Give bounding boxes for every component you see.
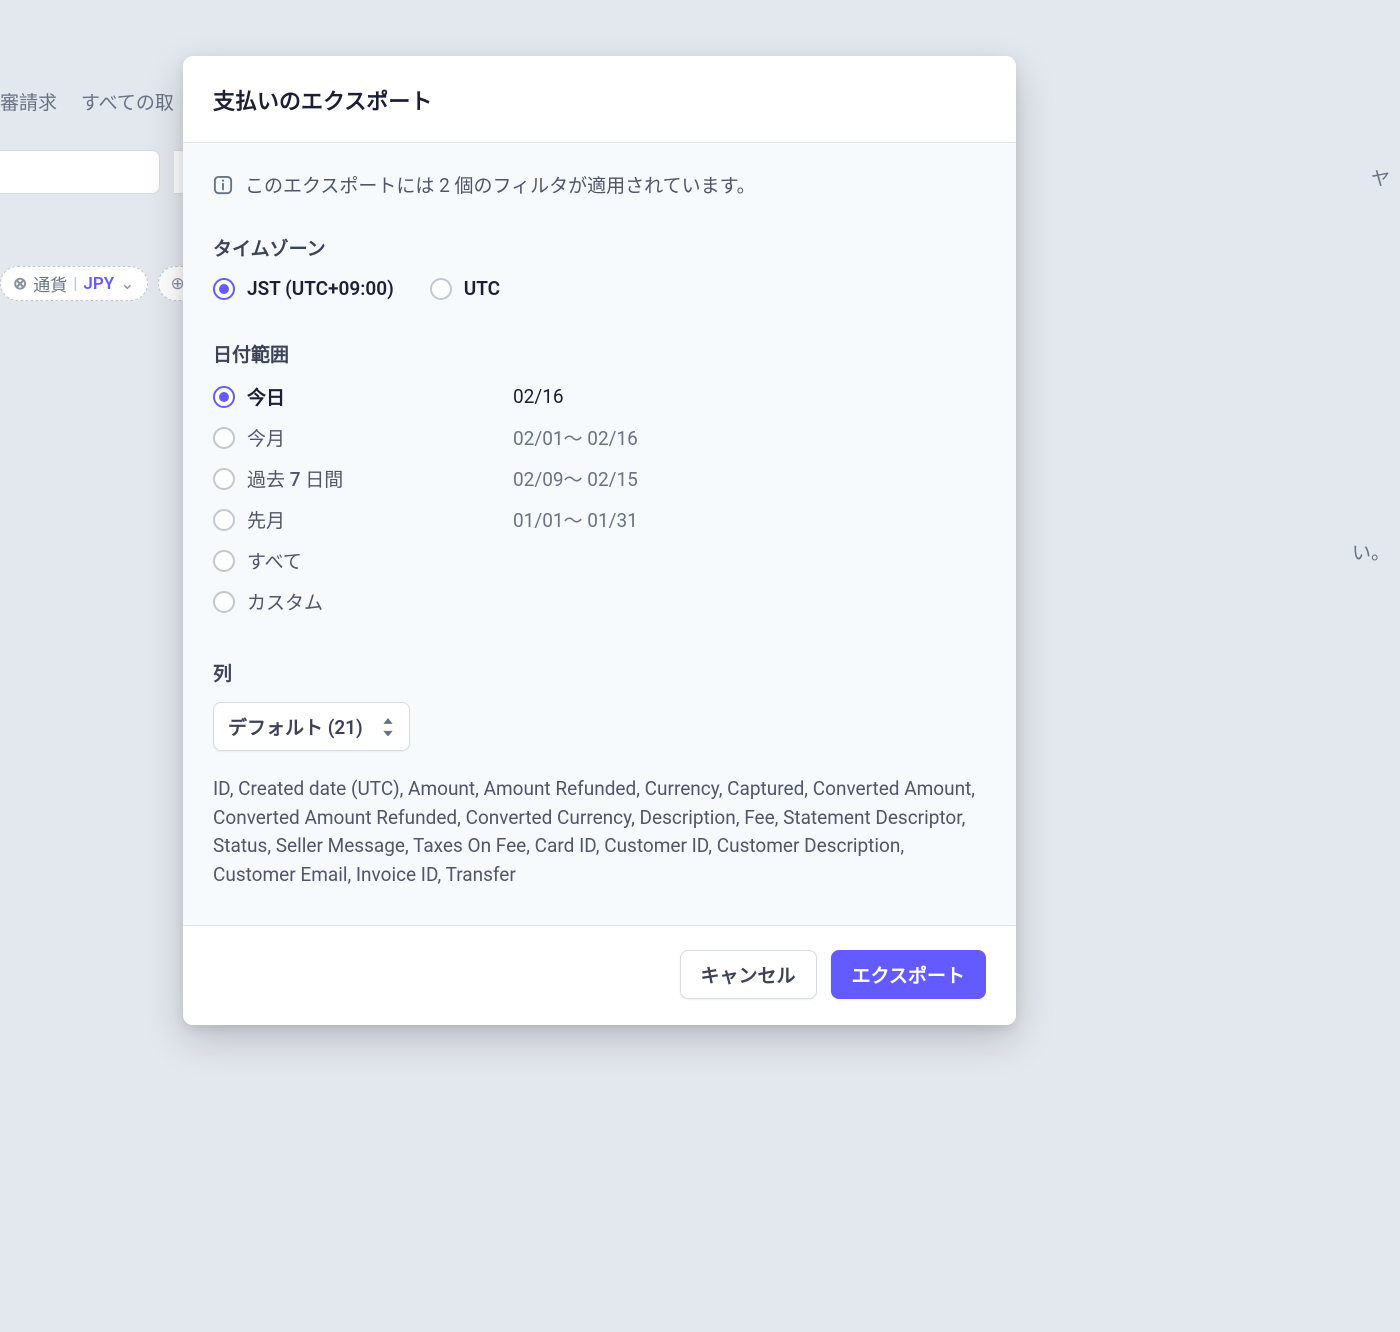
daterange-option-label: 先月 <box>247 506 285 533</box>
bg-right-text-bottom: い。 <box>1352 538 1390 565</box>
daterange-label: 日付範囲 <box>213 340 986 367</box>
daterange-option-today[interactable]: 今日 02/16 <box>213 383 986 410</box>
bg-right-text-top: ヤ <box>1371 164 1390 191</box>
info-text: このエクスポートには 2 個のフィルタが適用されています。 <box>245 171 756 198</box>
daterange-options: 今日 02/16 今月 02/01～ 02/16 過去 7 日間 02/09～ … <box>213 383 986 615</box>
background-filter-row <box>0 148 208 196</box>
radio-icon <box>213 386 235 408</box>
radio-icon <box>213 509 235 531</box>
timezone-label: タイムゾーン <box>213 234 986 261</box>
daterange-option-range: 02/01～ 02/16 <box>513 424 638 451</box>
columns-list-text: ID, Created date (UTC), Amount, Amount R… <box>213 775 986 889</box>
daterange-option-label: すべて <box>247 547 302 574</box>
radio-icon <box>213 468 235 490</box>
bg-tab-all[interactable]: すべての取 <box>81 88 174 115</box>
timezone-option-utc[interactable]: UTC <box>430 277 500 300</box>
daterange-option-range: 02/16 <box>513 385 564 408</box>
daterange-option-all[interactable]: すべて <box>213 547 986 574</box>
timezone-option-label: JST (UTC+09:00) <box>247 277 394 300</box>
timezone-option-label: UTC <box>464 277 500 300</box>
daterange-option-label: 今日 <box>247 383 285 410</box>
info-banner: このエクスポートには 2 個のフィルタが適用されています。 <box>213 171 986 198</box>
modal-body: このエクスポートには 2 個のフィルタが適用されています。 タイムゾーン JST… <box>183 143 1016 925</box>
chip-currency-value: JPY <box>83 274 114 294</box>
radio-icon <box>213 591 235 613</box>
chevron-down-icon: ⌄ <box>120 274 134 294</box>
columns-label: 列 <box>213 659 986 686</box>
modal-header: 支払いのエクスポート <box>183 56 1016 143</box>
daterange-option-label: 過去 7 日間 <box>247 465 343 492</box>
columns-select-value: デフォルト (21) <box>228 713 363 740</box>
daterange-option-range: 02/09～ 02/15 <box>513 465 638 492</box>
daterange-option-label: 今月 <box>247 424 285 451</box>
export-button[interactable]: エクスポート <box>831 950 986 999</box>
bg-tab-review[interactable]: 審請求 <box>0 88 57 115</box>
export-modal: 支払いのエクスポート このエクスポートには 2 個のフィルタが適用されています。… <box>183 56 1016 1025</box>
cancel-button[interactable]: キャンセル <box>680 950 817 999</box>
radio-icon <box>213 550 235 572</box>
modal-footer: キャンセル エクスポート <box>183 925 1016 1025</box>
daterange-option-label: カスタム <box>247 588 323 615</box>
chip-currency[interactable]: ⊗ 通貨 | JPY ⌄ <box>0 266 148 301</box>
info-icon <box>213 175 233 195</box>
daterange-option-lastmonth[interactable]: 先月 01/01～ 01/31 <box>213 506 986 533</box>
daterange-option-thismonth[interactable]: 今月 02/01～ 02/16 <box>213 424 986 451</box>
timezone-options: JST (UTC+09:00) UTC <box>213 277 986 300</box>
background-tabs: 審請求 すべての取 <box>0 88 174 115</box>
sort-chevron-icon <box>381 718 395 736</box>
chip-remove-icon[interactable]: ⊗ <box>13 274 27 294</box>
columns-section: 列 デフォルト (21) ID, Created date (UTC), Amo… <box>213 659 986 889</box>
radio-icon <box>213 278 235 300</box>
chip-currency-label: 通貨 <box>33 271 67 296</box>
columns-select[interactable]: デフォルト (21) <box>213 702 410 751</box>
modal-title: 支払いのエクスポート <box>213 84 986 116</box>
radio-icon <box>213 427 235 449</box>
daterange-option-range: 01/01～ 01/31 <box>513 506 638 533</box>
timezone-option-jst[interactable]: JST (UTC+09:00) <box>213 277 394 300</box>
radio-icon <box>430 278 452 300</box>
daterange-option-last7days[interactable]: 過去 7 日間 02/09～ 02/15 <box>213 465 986 492</box>
daterange-option-custom[interactable]: カスタム <box>213 588 986 615</box>
bg-filter-box-1[interactable] <box>0 150 160 194</box>
